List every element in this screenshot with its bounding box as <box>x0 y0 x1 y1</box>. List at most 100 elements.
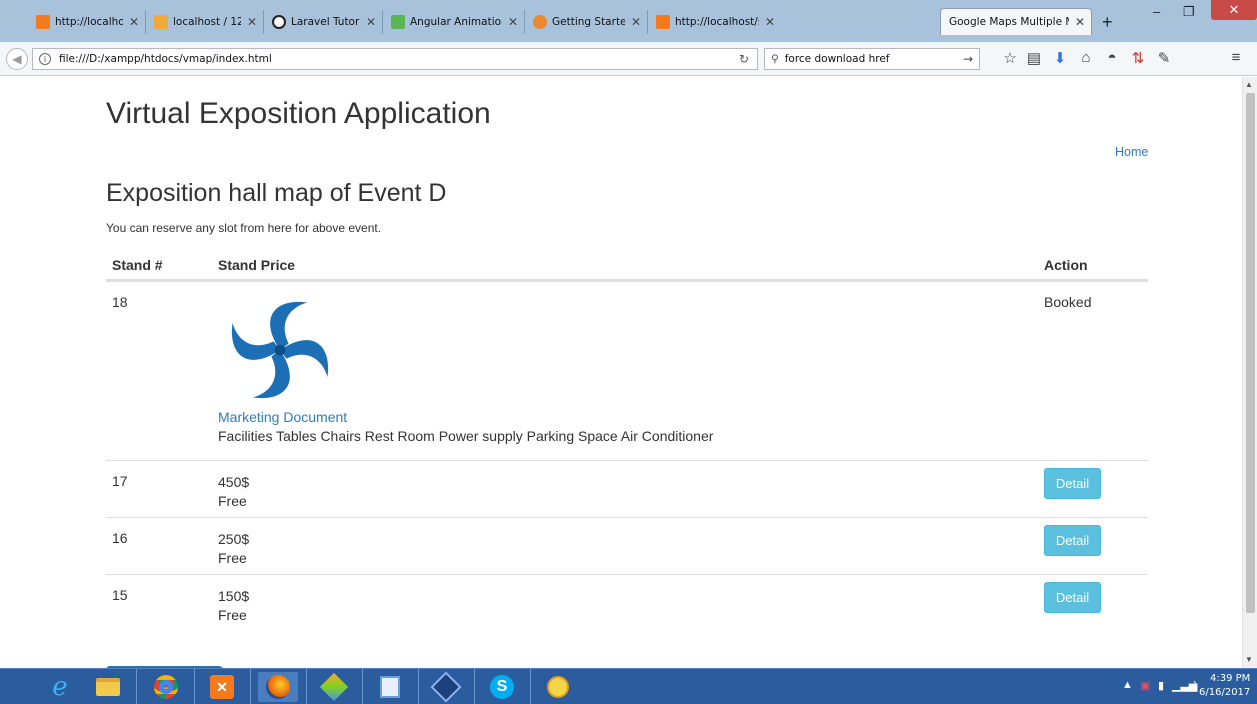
scroll-up-arrow-icon[interactable]: ▲ <box>1245 80 1253 89</box>
web-page: Virtual Exposition Application Home Expo… <box>0 77 1242 668</box>
vertical-scrollbar[interactable]: ▲ ▼ <box>1242 77 1257 668</box>
stand-number: 18 <box>112 294 128 310</box>
chrome-icon[interactable] <box>146 672 186 702</box>
search-icon: ⚲ <box>771 53 779 65</box>
stand-number: 16 <box>112 530 128 546</box>
column-header-price: Stand Price <box>218 257 296 273</box>
windows-taskbar: e ✕ S ▲ ▣ ▮ ▁▃▅ ◂) 4:39 PM 6/16/2017 <box>0 668 1257 704</box>
bookmark-star-icon[interactable]: ☆ <box>1000 49 1020 67</box>
new-tab-icon[interactable]: + <box>1102 12 1113 33</box>
stand-price-cell: Marketing Document Facilities Tables Cha… <box>218 294 713 446</box>
browser-tab[interactable]: localhost / 127.0.0.1 ✕ <box>145 10 263 34</box>
browser-tab[interactable]: http://localhost/sec ✕ <box>28 10 145 34</box>
search-bar[interactable]: ⚲ force download href → <box>764 48 980 70</box>
tray-expand-icon[interactable]: ▲ <box>1122 679 1133 691</box>
company-logo-icon <box>231 301 329 399</box>
address-bar[interactable]: i file:///D:/xampp/htdocs/vmap/index.htm… <box>32 48 758 70</box>
close-icon[interactable]: ✕ <box>247 15 257 29</box>
network-status-icon[interactable]: ▣ <box>1140 679 1150 692</box>
browser-tab-active[interactable]: Google Maps Multiple M ✕ <box>940 8 1092 35</box>
volume-icon[interactable]: ◂) <box>1188 679 1197 692</box>
close-icon[interactable]: ✕ <box>508 15 518 29</box>
browser-tab[interactable]: Angular Animations ✕ <box>382 10 524 34</box>
search-go-arrow-icon[interactable]: → <box>963 52 973 66</box>
close-icon[interactable]: ✕ <box>129 15 139 29</box>
close-icon[interactable]: ✕ <box>765 15 775 29</box>
booked-status: Booked <box>1044 294 1092 310</box>
page-subtitle: You can reserve any slot from here for a… <box>106 221 382 235</box>
table-row: 16 250$ Free Detail <box>106 517 1148 574</box>
sourcetree-icon[interactable] <box>314 672 354 702</box>
download-icon[interactable]: ⬇ <box>1050 49 1070 67</box>
extension-icon[interactable]: ✎ <box>1154 49 1174 67</box>
menu-hamburger-icon[interactable]: ≡ <box>1226 49 1246 66</box>
scroll-down-arrow-icon[interactable]: ▼ <box>1245 655 1253 664</box>
taskbar-separator <box>194 669 195 704</box>
phpmyadmin-icon <box>154 15 168 29</box>
taskbar-separator <box>306 669 307 704</box>
detail-button[interactable]: Detail <box>1044 582 1101 613</box>
app-character-icon[interactable] <box>538 672 578 702</box>
home-icon[interactable]: ⌂ <box>1076 49 1096 66</box>
taskbar-separator <box>136 669 137 704</box>
pocket-icon[interactable]: ◓ <box>1102 49 1122 66</box>
browser-tab[interactable]: Getting Started with ✕ <box>524 10 647 34</box>
clock-date: 6/16/2017 <box>1199 687 1251 698</box>
xampp-icon <box>36 15 50 29</box>
taskbar-separator <box>474 669 475 704</box>
home-link[interactable]: Home <box>1115 145 1148 159</box>
stand-price: 250$ <box>218 531 250 547</box>
internet-explorer-icon[interactable]: e <box>40 672 80 702</box>
stand-number: 17 <box>112 473 128 489</box>
info-icon[interactable]: i <box>39 53 51 65</box>
maximize-icon[interactable]: ❐ <box>1183 4 1195 20</box>
sync-arrows-icon[interactable]: ⇅ <box>1128 49 1148 67</box>
browser-tab[interactable]: http://localhost/sec ✕ <box>647 10 781 34</box>
column-header-stand: Stand # <box>112 257 163 273</box>
page-title: Exposition hall map of Event D <box>106 179 447 207</box>
back-arrow-icon[interactable]: ◀ <box>6 48 28 70</box>
tab-label: http://localhost/sec <box>675 16 759 28</box>
detail-button[interactable]: Detail <box>1044 525 1101 556</box>
system-clock[interactable]: 4:39 PM 6/16/2017 <box>1199 672 1250 700</box>
taskbar-separator <box>530 669 531 704</box>
taskbar-separator <box>250 669 251 704</box>
window-close-icon[interactable]: ✕ <box>1211 0 1257 20</box>
stands-table: Stand # Stand Price Action 18 Marketing … <box>106 249 1148 631</box>
skype-icon[interactable]: S <box>482 672 522 702</box>
scrollbar-thumb[interactable] <box>1246 93 1255 613</box>
browser-tab-bar: http://localhost/sec ✕ localhost / 127.0… <box>0 0 1257 42</box>
close-icon[interactable]: ✕ <box>1075 15 1085 29</box>
stand-price-note: Free <box>218 493 247 509</box>
search-query: force download href <box>784 53 890 65</box>
bookmarks-library-icon[interactable]: ▤ <box>1024 49 1044 67</box>
column-header-action: Action <box>1044 257 1088 273</box>
notepad-icon[interactable] <box>370 672 410 702</box>
marketing-document-link[interactable]: Marketing Document <box>218 408 713 427</box>
minimize-icon[interactable]: ‒ <box>1153 4 1160 19</box>
detail-button[interactable]: Detail <box>1044 468 1101 499</box>
battery-icon[interactable]: ▮ <box>1158 679 1164 692</box>
stand-price-cell: 450$ Free <box>218 473 249 511</box>
stand-price-note: Free <box>218 607 247 623</box>
virtualbox-icon[interactable] <box>426 671 466 703</box>
tab-label: Getting Started with <box>552 16 625 28</box>
close-icon[interactable]: ✕ <box>366 15 376 29</box>
reload-icon[interactable]: ↻ <box>739 52 749 66</box>
stand-price: 150$ <box>218 588 250 604</box>
firefox-icon[interactable] <box>258 672 298 702</box>
stand-price-note: Free <box>218 550 247 566</box>
angular-icon <box>391 15 405 29</box>
table-row: 17 450$ Free Detail <box>106 460 1148 517</box>
close-icon[interactable]: ✕ <box>631 15 641 29</box>
tab-label: Laravel Tutorial | Ra <box>291 16 360 28</box>
app-title: Virtual Exposition Application <box>106 97 491 130</box>
file-explorer-icon[interactable] <box>88 672 128 702</box>
browser-tab[interactable]: Laravel Tutorial | Ra ✕ <box>263 10 382 34</box>
xampp-icon[interactable]: ✕ <box>202 672 242 702</box>
tab-label: Angular Animations <box>410 16 502 28</box>
facilities-text: Facilities Tables Chairs Rest Room Power… <box>218 428 714 444</box>
gear-icon <box>533 15 547 29</box>
tab-label: Google Maps Multiple M <box>949 16 1069 28</box>
table-row: 15 150$ Free Detail <box>106 574 1148 631</box>
